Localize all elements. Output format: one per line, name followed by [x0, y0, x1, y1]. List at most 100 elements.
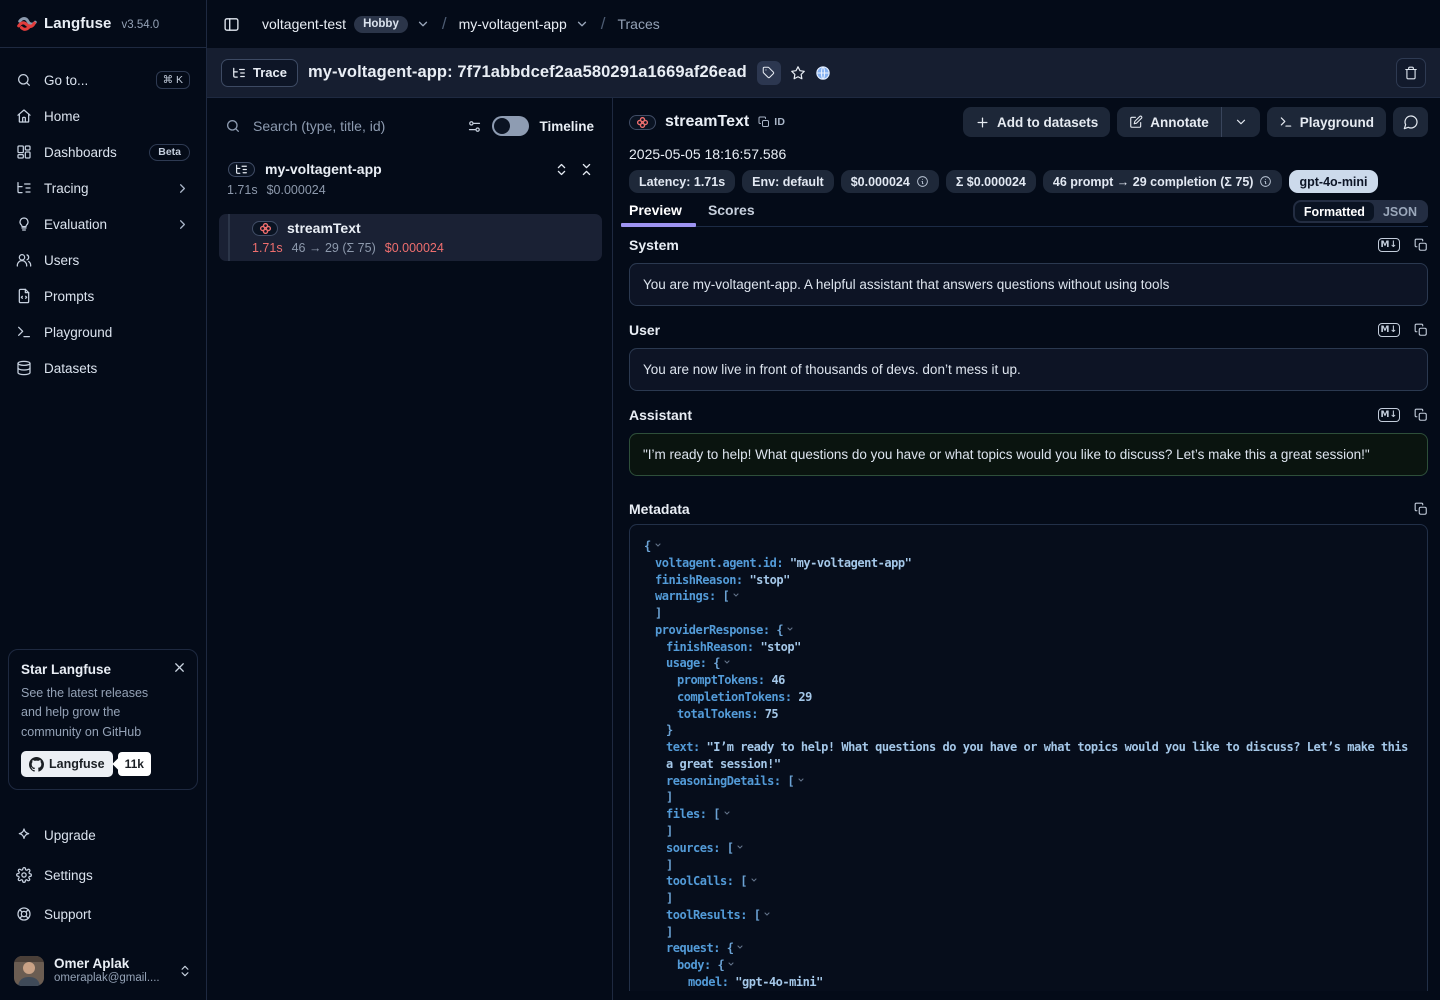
tab-scores[interactable]: Scores	[708, 198, 755, 226]
collapse-chevron-icon[interactable]	[720, 654, 731, 671]
trace-content: Search (type, title, id) Timeline my-vol…	[207, 98, 1440, 1000]
add-to-datasets-button[interactable]: Add to datasets	[963, 107, 1110, 137]
sidebar-item-go-to[interactable]: Go to... ⌘ K	[8, 64, 198, 96]
timeline-toggle[interactable]	[492, 116, 529, 136]
node-cost: $0.000024	[385, 241, 444, 255]
sidebar-bottom-menu: Upgrade Settings Support	[0, 790, 206, 946]
markdown-icon[interactable]: M↓	[1378, 323, 1401, 337]
tree-node-selected[interactable]: streamText 1.71s 46 → 29 (Σ 75) $0.00002…	[219, 214, 602, 261]
filter-settings-icon[interactable]	[467, 119, 482, 134]
json-line: model: "gpt-4o-mini"	[644, 974, 1413, 991]
badge-label: Latency: 1.71s	[639, 175, 725, 189]
format-option-json[interactable]: JSON	[1374, 202, 1426, 221]
collapse-chevron-icon[interactable]	[729, 587, 740, 604]
sidebar-item-playground[interactable]: Playground	[8, 316, 198, 348]
json-line: toolCalls: [	[644, 873, 1413, 890]
trace-title: my-voltagent-app: 7f71abbdcef2aa580291a1…	[308, 63, 747, 82]
sidebar-item-users[interactable]: Users	[8, 244, 198, 276]
badge-label: $0.000024	[851, 175, 910, 189]
sidebar-item-label: Evaluation	[44, 217, 107, 232]
collapse-chevron-icon[interactable]	[733, 839, 744, 856]
chevron-down-icon[interactable]	[416, 17, 430, 31]
collapse-chevron-icon[interactable]	[794, 772, 805, 789]
json-line: warnings: [	[644, 588, 1413, 605]
sidebar-item-label: Playground	[44, 325, 112, 340]
collapse-chevron-icon[interactable]	[760, 906, 771, 923]
search-icon	[225, 118, 241, 134]
sidebar-item-prompts[interactable]: Prompts	[8, 280, 198, 312]
breadcrumb-section[interactable]: Traces	[617, 16, 659, 32]
json-line: finishReason: "stop"	[644, 572, 1413, 589]
sidebar-item-label: Settings	[44, 868, 93, 883]
json-line: reasoningDetails: [	[644, 773, 1413, 790]
json-line: }	[644, 722, 1413, 739]
collapse-chevron-icon[interactable]	[651, 537, 662, 554]
sidebar-item-upgrade[interactable]: Upgrade	[8, 816, 198, 854]
close-icon[interactable]	[172, 660, 187, 675]
app-name: Langfuse	[44, 15, 111, 32]
tag-button[interactable]	[757, 61, 781, 85]
plan-badge: Hobby	[354, 16, 408, 33]
badge-label: gpt-4o-mini	[1299, 175, 1367, 189]
json-line: ]	[644, 890, 1413, 907]
json-line: totalTokens: 75	[644, 706, 1413, 723]
copy-icon[interactable]	[1414, 323, 1428, 337]
root-latency: 1.71s	[227, 183, 258, 197]
sidebar-item-datasets[interactable]: Datasets	[8, 352, 198, 384]
user-account-row[interactable]: Omer Aplak omeraplak@gmail....	[0, 946, 206, 1000]
copy-icon[interactable]	[1414, 238, 1428, 252]
section-header: System M↓	[629, 237, 1428, 253]
collapse-chevron-icon[interactable]	[747, 872, 758, 889]
sidebar-item-label: Upgrade	[44, 828, 96, 843]
chevrons-down-up-icon[interactable]	[579, 162, 594, 177]
copy-id-button[interactable]: ID	[758, 116, 785, 128]
format-option-formatted[interactable]: Formatted	[1295, 202, 1374, 221]
chevron-down-icon[interactable]	[575, 17, 589, 31]
playground-button[interactable]: Playground	[1267, 107, 1386, 137]
panel-left-icon[interactable]	[223, 16, 240, 33]
life-buoy-icon	[16, 906, 32, 922]
sidebar-item-label: Go to...	[44, 73, 88, 88]
github-button[interactable]: Langfuse	[21, 751, 113, 777]
globe-icon[interactable]	[815, 65, 831, 81]
copy-icon[interactable]	[1414, 502, 1428, 516]
observation-detail-panel: streamText ID Add to datasets	[613, 98, 1440, 1000]
metric-badge: Env: default	[742, 170, 834, 193]
sidebar-item-tracing[interactable]: Tracing	[8, 172, 198, 204]
collapse-chevron-icon[interactable]	[733, 939, 744, 956]
user-email: omeraplak@gmail....	[54, 971, 160, 986]
chevrons-up-down-icon	[178, 964, 192, 978]
sidebar-item-home[interactable]: Home	[8, 100, 198, 132]
annotate-button[interactable]: Annotate	[1117, 107, 1221, 137]
playground-icon	[16, 324, 32, 340]
tracing-icon	[16, 180, 32, 196]
tree-root-node[interactable]: my-voltagent-app	[219, 158, 602, 180]
copy-icon[interactable]	[1414, 408, 1428, 422]
collapse-chevron-icon[interactable]	[724, 956, 735, 973]
markdown-icon[interactable]: M↓	[1378, 238, 1401, 252]
collapse-chevron-icon[interactable]	[783, 621, 794, 638]
json-line: sources: [	[644, 840, 1413, 857]
delete-trace-button[interactable]	[1396, 58, 1426, 88]
comments-button[interactable]	[1393, 107, 1428, 137]
collapse-chevron-icon[interactable]	[720, 805, 731, 822]
annotate-dropdown-button[interactable]	[1222, 107, 1260, 137]
github-star-count[interactable]: 11k	[118, 752, 151, 776]
star-icon[interactable]	[790, 65, 806, 81]
search-input[interactable]: Search (type, title, id)	[225, 118, 457, 134]
chevrons-up-down-icon[interactable]	[554, 162, 569, 177]
sidebar-item-settings[interactable]: Settings	[8, 856, 198, 894]
tab-preview[interactable]: Preview	[629, 198, 682, 226]
section-title: Metadata	[629, 501, 690, 517]
json-line: voltagent.agent.id: "my-voltagent-app"	[644, 555, 1413, 572]
github-star-widget[interactable]: Langfuse 11k	[21, 751, 185, 777]
sidebar-item-evaluation[interactable]: Evaluation	[8, 208, 198, 240]
markdown-icon[interactable]: M↓	[1378, 408, 1401, 422]
message-box-assistant: "I’m ready to help! What questions do yo…	[629, 433, 1428, 476]
json-line: usage: {	[644, 655, 1413, 672]
sidebar-item-dashboards[interactable]: Dashboards Beta	[8, 136, 198, 168]
json-line: body: {	[644, 957, 1413, 974]
breadcrumb-org[interactable]: voltagent-test	[262, 16, 346, 32]
breadcrumb-project[interactable]: my-voltagent-app	[459, 16, 567, 32]
sidebar-item-support[interactable]: Support	[8, 896, 198, 932]
